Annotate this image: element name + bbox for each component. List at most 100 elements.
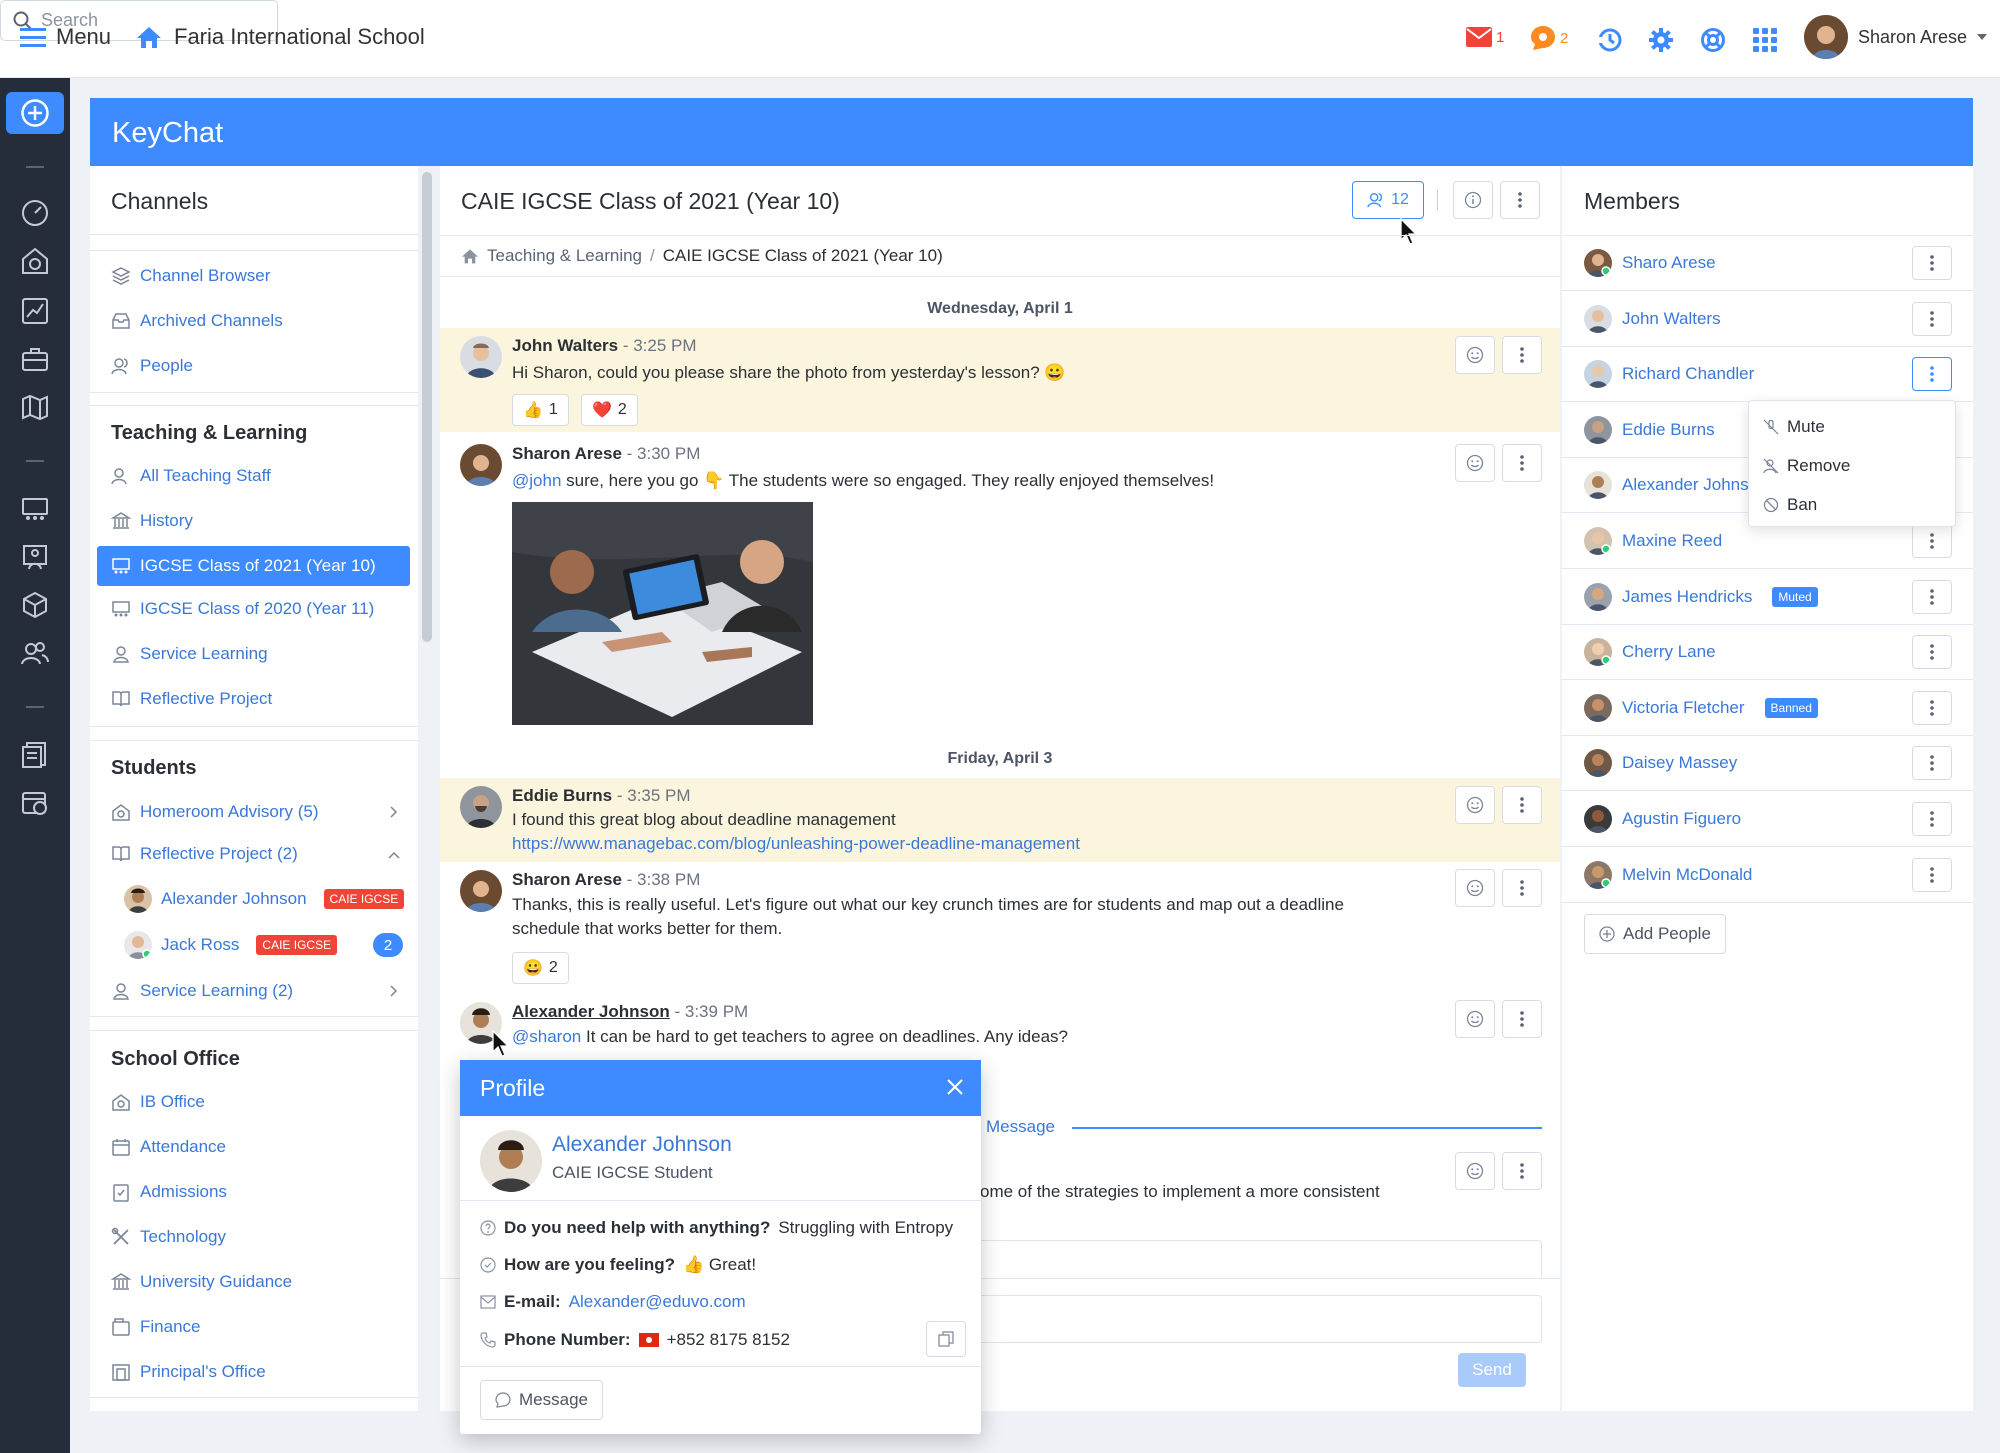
member-more-button[interactable] [1912, 357, 1952, 392]
channel-reflective-project[interactable]: Reflective Project [111, 684, 272, 714]
apps-grid-icon[interactable] [1752, 27, 1778, 53]
message-author[interactable]: John Walters [512, 336, 618, 355]
chat-notifications-button[interactable]: 2 [1530, 25, 1568, 51]
channel-technology[interactable]: Technology [111, 1222, 226, 1252]
message-user-button[interactable]: Message [480, 1380, 603, 1420]
avatar[interactable] [460, 444, 502, 486]
mention-link[interactable]: @sharon [512, 1027, 581, 1046]
channel-history[interactable]: History [111, 506, 193, 536]
history-icon[interactable] [1597, 27, 1623, 53]
archived-channels-link[interactable]: Archived Channels [111, 306, 283, 336]
blog-link[interactable]: https://www.managebac.com/blog/unleashin… [512, 832, 1080, 856]
copy-phone-button[interactable] [926, 1321, 966, 1357]
member-more-button[interactable] [1912, 802, 1952, 836]
channel-principals-office[interactable]: Principal's Office [111, 1357, 266, 1387]
add-reaction-button[interactable] [1455, 869, 1495, 907]
channel-attendance[interactable]: Attendance [111, 1132, 226, 1162]
avatar[interactable] [460, 336, 502, 378]
ban-menu-item[interactable]: Ban [1763, 495, 1817, 515]
member-more-button[interactable] [1912, 857, 1952, 892]
channel-all-teaching-staff[interactable]: All Teaching Staff [111, 461, 271, 491]
message-more-button[interactable] [1502, 1152, 1542, 1190]
help-lifebuoy-icon[interactable] [1700, 27, 1726, 53]
profile-name[interactable]: Alexander Johnson [552, 1133, 732, 1157]
student-alexander-johnson[interactable]: Alexander Johnson CAIE IGCSE [124, 884, 405, 914]
add-reaction-button[interactable] [1455, 1000, 1495, 1038]
channel-university-guidance[interactable]: University Guidance [111, 1267, 292, 1297]
gear-icon[interactable] [1648, 27, 1674, 53]
members-count-button[interactable]: 12 [1352, 181, 1424, 219]
add-reaction-button[interactable] [1455, 1152, 1495, 1190]
member-more-button[interactable] [1912, 246, 1952, 280]
message-author[interactable]: Sharon Arese [512, 444, 622, 463]
add-reaction-button[interactable] [1455, 786, 1495, 824]
channels-scrollbar[interactable] [422, 172, 432, 642]
classroom-icon[interactable] [20, 494, 50, 524]
channel-igcse-2020[interactable]: IGCSE Class of 2020 (Year 11) [111, 594, 374, 624]
channel-browser-link[interactable]: Channel Browser [111, 261, 270, 291]
close-icon[interactable] [946, 1078, 964, 1096]
add-reaction-button[interactable] [1455, 444, 1495, 482]
channel-info-button[interactable] [1453, 181, 1493, 219]
channel-finance[interactable]: Finance [111, 1312, 200, 1342]
member-more-button[interactable] [1912, 635, 1952, 670]
member-more-button[interactable] [1912, 690, 1952, 725]
chevron-down-icon [1977, 34, 1988, 40]
message-author[interactable]: Alexander Johnson [512, 1002, 670, 1021]
menu-button[interactable]: Menu [20, 24, 111, 50]
documents-icon[interactable] [20, 740, 50, 770]
users-group-icon[interactable] [20, 638, 50, 668]
message-more-button[interactable] [1502, 869, 1542, 907]
school-clock-icon[interactable] [20, 246, 50, 276]
reaction-thumbs-up[interactable]: 👍 1 [512, 394, 569, 426]
message-more-button[interactable] [1502, 336, 1542, 374]
member-more-button[interactable] [1912, 579, 1952, 614]
member-more-button[interactable] [1912, 746, 1952, 781]
mute-menu-item[interactable]: Mute [1763, 417, 1825, 437]
briefcase-icon[interactable] [20, 344, 50, 374]
channel-homeroom-advisory[interactable]: Homeroom Advisory (5) [111, 797, 319, 827]
school-home-link[interactable]: Faria International School [136, 24, 425, 50]
calendar-clock-icon[interactable] [20, 788, 50, 818]
teacher-icon[interactable] [20, 542, 50, 572]
chat-more-button[interactable] [1500, 181, 1540, 219]
profile-email-link[interactable]: Alexander@eduvo.com [569, 1292, 746, 1312]
message-author[interactable]: Eddie Burns [512, 786, 612, 805]
chevron-right-icon[interactable] [387, 984, 401, 998]
member-more-button[interactable] [1912, 524, 1952, 558]
add-reaction-button[interactable] [1455, 336, 1495, 374]
chevron-up-icon[interactable] [387, 849, 401, 863]
create-new-button[interactable] [6, 92, 64, 134]
send-button[interactable]: Send [1458, 1353, 1526, 1387]
shared-photo[interactable] [512, 502, 813, 725]
mention-link[interactable]: @john [512, 471, 561, 490]
message-author[interactable]: Sharon Arese [512, 870, 622, 889]
channel-service-learning[interactable]: Service Learning [111, 639, 268, 669]
reaction-smile[interactable]: 😀 2 [512, 952, 569, 984]
remove-menu-item[interactable]: Remove [1763, 456, 1850, 476]
avatar[interactable] [460, 786, 502, 828]
reaction-heart[interactable]: ❤️ 2 [581, 394, 638, 426]
message-composer-input[interactable] [960, 1295, 1542, 1343]
message-more-button[interactable] [1502, 786, 1542, 824]
channel-admissions[interactable]: Admissions [111, 1177, 227, 1207]
member-more-button[interactable] [1912, 301, 1952, 336]
add-people-button[interactable]: Add People [1584, 914, 1726, 954]
channel-reflective-project-students[interactable]: Reflective Project (2) [111, 839, 298, 869]
user-menu[interactable]: Sharon Arese [1804, 15, 1988, 59]
map-icon[interactable] [20, 392, 50, 422]
message-more-button[interactable] [1502, 1000, 1542, 1038]
analytics-chart-icon[interactable] [20, 296, 50, 326]
avatar[interactable] [460, 870, 502, 912]
mail-button[interactable]: 1 [1466, 27, 1504, 47]
channel-service-learning-students[interactable]: Service Learning (2) [111, 976, 293, 1006]
message-more-button[interactable] [1502, 444, 1542, 482]
channel-ib-office[interactable]: IB Office [111, 1087, 205, 1117]
dashboard-gauge-icon[interactable] [20, 198, 50, 228]
chevron-right-icon[interactable] [387, 805, 401, 819]
channel-igcse-2021[interactable]: IGCSE Class of 2021 (Year 10) [97, 546, 410, 586]
people-link[interactable]: People [111, 351, 193, 381]
breadcrumb-parent-link[interactable]: Teaching & Learning [487, 246, 642, 266]
student-jack-ross[interactable]: Jack Ross CAIE IGCSE [124, 930, 338, 960]
cube-icon[interactable] [20, 590, 50, 620]
